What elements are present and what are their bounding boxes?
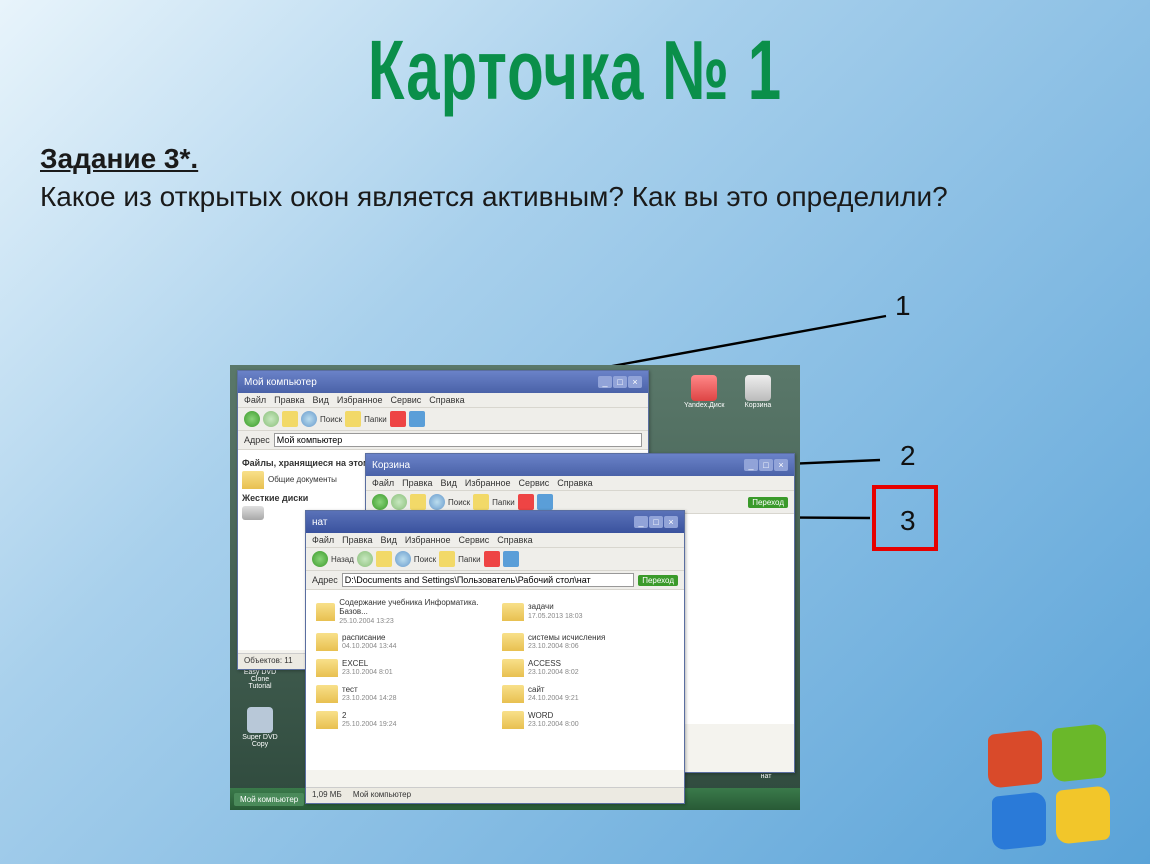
forward-icon[interactable] — [263, 411, 279, 427]
embedded-screenshot: Yandex.Диск Корзина Easy DVD Clone Tutor… — [230, 365, 800, 810]
back-icon[interactable] — [244, 411, 260, 427]
forward-icon[interactable] — [391, 494, 407, 510]
folders-icon[interactable] — [439, 551, 455, 567]
folders-icon[interactable] — [473, 494, 489, 510]
delete-icon[interactable] — [484, 551, 500, 567]
disk-icon — [242, 506, 264, 520]
toolbar[interactable]: Поиск Папки — [238, 408, 648, 431]
folders-icon[interactable] — [345, 411, 361, 427]
window-controls[interactable]: _□× — [743, 459, 788, 471]
search-icon[interactable] — [395, 551, 411, 567]
folder-item[interactable]: системы исчисления23.10.2004 8:06 — [502, 633, 674, 651]
folder-item[interactable]: Содержание учебника Информатика. Базов..… — [316, 599, 488, 625]
folder-item[interactable]: ACCESS23.10.2004 8:02 — [502, 659, 674, 677]
address-bar[interactable]: Адрес — [238, 431, 648, 450]
folder-icon — [316, 603, 335, 621]
address-bar[interactable]: Адрес Переход — [306, 571, 684, 590]
folder-item[interactable]: задачи17.05.2013 18:03 — [502, 599, 674, 625]
menu-bar[interactable]: ФайлПравкаВидИзбранноеСервисСправка — [238, 393, 648, 408]
folder-item[interactable]: EXCEL23.10.2004 8:01 — [316, 659, 488, 677]
delete-icon[interactable] — [390, 411, 406, 427]
taskbar-button[interactable]: Мой компьютер — [234, 793, 304, 806]
toolbar[interactable]: Назад Поиск Папки — [306, 548, 684, 571]
back-icon[interactable] — [312, 551, 328, 567]
window-title: Корзина — [372, 460, 410, 471]
folder-item[interactable]: WORD23.10.2004 8:00 — [502, 711, 674, 729]
slide-title: Карточка № 1 — [0, 0, 1150, 119]
undo-icon[interactable] — [503, 551, 519, 567]
menu-bar[interactable]: ФайлПравкаВидИзбранноеСервисСправка — [306, 533, 684, 548]
search-icon[interactable] — [301, 411, 317, 427]
undo-icon[interactable] — [537, 494, 553, 510]
task-block: Задание 3*. Какое из открытых окон являе… — [40, 140, 1110, 216]
folder-icon — [316, 711, 338, 729]
delete-icon[interactable] — [518, 494, 534, 510]
desktop-icon: Super DVD Copy — [240, 707, 280, 748]
folder-item[interactable]: 225.10.2004 19:24 — [316, 711, 488, 729]
go-button[interactable]: Переход — [638, 575, 678, 586]
address-input[interactable] — [274, 433, 642, 447]
callout-2: 2 — [900, 440, 916, 472]
task-label: Задание 3*. — [40, 143, 198, 174]
windows-logo-icon — [982, 716, 1122, 846]
folder-icon — [316, 685, 338, 703]
folder-item[interactable]: расписание04.10.2004 13:44 — [316, 633, 488, 651]
window-title: нат — [312, 517, 327, 528]
window-title: Мой компьютер — [244, 377, 317, 388]
folder-item[interactable]: сайт24.10.2004 9:21 — [502, 685, 674, 703]
folder-icon — [502, 633, 524, 651]
undo-icon[interactable] — [409, 411, 425, 427]
folder-icon — [502, 711, 524, 729]
up-icon[interactable] — [282, 411, 298, 427]
titlebar[interactable]: Мой компьютер _□× — [238, 371, 648, 393]
folder-icon — [316, 633, 338, 651]
titlebar[interactable]: Корзина _□× — [366, 454, 794, 476]
folder-icon — [502, 603, 524, 621]
folder-icon — [502, 685, 524, 703]
search-icon[interactable] — [429, 494, 445, 510]
menu-bar[interactable]: ФайлПравкаВидИзбранноеСервисСправка — [366, 476, 794, 491]
desktop-icon: Yandex.Диск — [684, 375, 724, 409]
address-input[interactable] — [342, 573, 634, 587]
callout-3: 3 — [900, 505, 916, 537]
status-bar: 1,09 МБ Мой компьютер — [306, 787, 684, 803]
window-body: Содержание учебника Информатика. Базов..… — [306, 590, 684, 770]
up-icon[interactable] — [376, 551, 392, 567]
titlebar-active[interactable]: нат _□× — [306, 511, 684, 533]
forward-icon[interactable] — [357, 551, 373, 567]
window-controls[interactable]: _□× — [633, 516, 678, 528]
folder-icon — [502, 659, 524, 677]
window-controls[interactable]: _□× — [597, 376, 642, 388]
folder-item[interactable]: тест23.10.2004 14:28 — [316, 685, 488, 703]
desktop-icon-recycle: Корзина — [738, 375, 778, 409]
window-3-active[interactable]: нат _□× ФайлПравкаВидИзбранноеСервисСпра… — [305, 510, 685, 804]
up-icon[interactable] — [410, 494, 426, 510]
folder-icon — [316, 659, 338, 677]
task-text: Какое из открытых окон является активным… — [40, 181, 948, 212]
folder-icon — [242, 471, 264, 489]
go-button[interactable]: Переход — [748, 497, 788, 508]
callout-1: 1 — [895, 290, 911, 322]
back-icon[interactable] — [372, 494, 388, 510]
